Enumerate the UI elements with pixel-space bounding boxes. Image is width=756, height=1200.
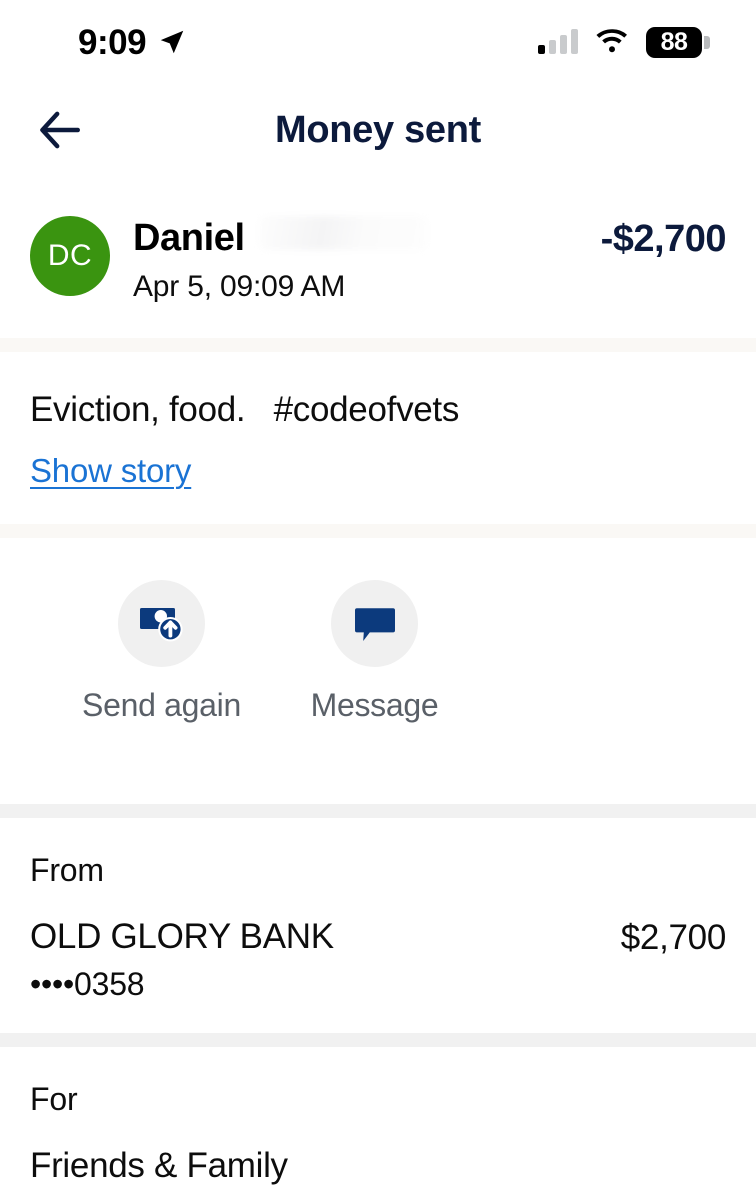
avatar-initials: DC	[47, 239, 93, 272]
send-money-icon	[139, 608, 183, 642]
money-sent-receipt-screen: 9:09 88 Money sent DC Daniel Apr 5, 09:0…	[0, 0, 756, 1200]
send-again-icon-circle	[118, 579, 205, 667]
status-bar-right: 88	[538, 26, 710, 58]
cellular-signal-icon	[538, 29, 578, 54]
for-section: For Friends & Family	[0, 1047, 756, 1200]
avatar: DC	[30, 216, 110, 296]
note-section: Eviction, food. #codeofvets Show story	[0, 352, 756, 524]
message-icon-circle	[331, 579, 418, 667]
show-story-link[interactable]: Show story	[30, 452, 191, 490]
battery-icon: 88	[646, 26, 710, 58]
transaction-header: DC Daniel Apr 5, 09:09 AM -$2,700	[0, 176, 756, 338]
from-label: From	[30, 851, 104, 888]
section-divider-note-top	[0, 337, 756, 352]
from-account-block: OLD GLORY BANK ••••0358	[30, 917, 334, 1003]
message-button[interactable]: Message	[287, 579, 462, 724]
status-bar-left: 9:09	[78, 25, 187, 60]
message-label: Message	[310, 686, 439, 723]
actions-row: Send again Message	[0, 538, 756, 804]
recipient-lastname-redacted	[258, 216, 427, 250]
from-row: OLD GLORY BANK ••••0358 $2,700	[30, 917, 726, 1003]
status-bar-time: 9:09	[78, 22, 147, 62]
status-bar: 9:09 88	[0, 0, 756, 84]
transaction-date: Apr 5, 09:09 AM	[133, 269, 346, 303]
section-divider-for-top	[0, 1032, 756, 1047]
battery-level-label: 88	[660, 27, 688, 56]
for-value: Friends & Family	[30, 1145, 288, 1185]
back-arrow-icon	[40, 111, 80, 149]
section-divider-actions-top	[0, 523, 756, 538]
send-again-button[interactable]: Send again	[74, 579, 249, 724]
wifi-icon	[596, 29, 627, 53]
back-button[interactable]	[32, 99, 94, 161]
section-divider-from-top	[0, 803, 756, 818]
send-again-label: Send again	[82, 686, 241, 723]
from-account-mask: ••••0358	[30, 965, 145, 1002]
from-amount: $2,700	[620, 917, 727, 957]
message-bubble-icon	[354, 608, 395, 642]
note-text: Eviction, food. #codeofvets	[30, 389, 460, 429]
recipient-name: Daniel	[133, 217, 245, 259]
from-section: From OLD GLORY BANK ••••0358 $2,700	[0, 818, 756, 1033]
transaction-amount: -$2,700	[600, 218, 727, 260]
transaction-party: Daniel Apr 5, 09:09 AM	[133, 214, 601, 304]
from-bank-name: OLD GLORY BANK	[30, 916, 334, 956]
location-arrow-icon	[160, 30, 184, 54]
recipient-name-row: Daniel	[133, 216, 601, 260]
navigation-bar: Money sent	[0, 84, 756, 176]
page-title: Money sent	[274, 108, 482, 151]
for-label: For	[30, 1080, 78, 1117]
